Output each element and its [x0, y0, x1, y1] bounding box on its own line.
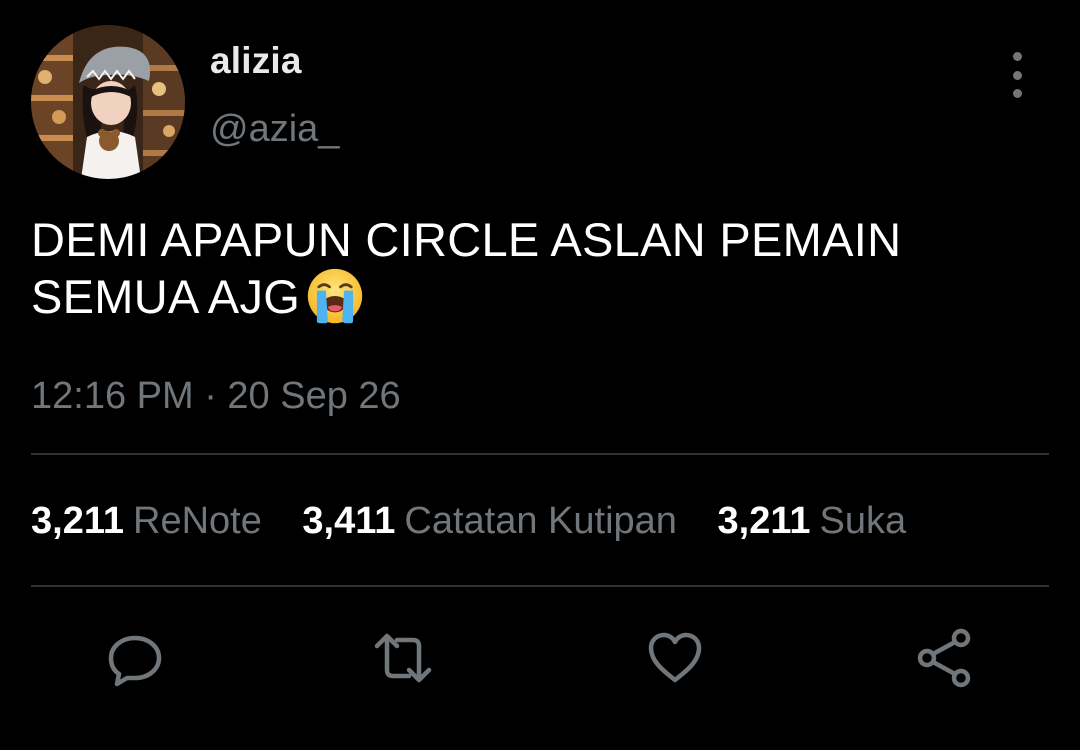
tweet-text-line: SEMUA AJG — [31, 270, 301, 323]
avatar-image — [31, 25, 185, 179]
stat-label: ReNote — [133, 500, 262, 542]
reply-button[interactable] — [102, 625, 168, 691]
display-name[interactable]: alizia — [210, 40, 302, 82]
divider — [31, 453, 1049, 455]
more-dot-icon — [1012, 89, 1022, 98]
stat-label: Catatan Kutipan — [404, 500, 677, 542]
renote-icon — [374, 633, 432, 683]
share-icon — [917, 628, 971, 688]
stat-number: 3,211 — [717, 500, 811, 542]
more-dot-icon — [1012, 70, 1022, 80]
renote-count[interactable]: 3,211 ReNote — [31, 500, 262, 543]
tweet-text-line-2: SEMUA AJG — [31, 267, 1031, 325]
reply-icon — [108, 635, 162, 687]
tweet-text-line: DEMI APAPUN CIRCLE ASLAN PEMAIN — [31, 213, 902, 266]
divider — [31, 585, 1049, 587]
tweet-text: DEMI APAPUN CIRCLE ASLAN PEMAIN SEMUA AJ… — [31, 212, 1031, 325]
tweet-timestamp: 12:16 PM · 20 Sep 26 — [31, 375, 401, 417]
more-options-button[interactable] — [1000, 52, 1034, 98]
more-dot-icon — [1012, 52, 1022, 61]
renote-button[interactable] — [370, 625, 436, 691]
like-count[interactable]: 3,211 Suka — [718, 500, 907, 543]
user-handle[interactable]: @azia_ — [210, 108, 339, 151]
stat-number: 3,411 — [302, 500, 396, 542]
action-bar — [0, 625, 1080, 695]
like-icon — [648, 632, 702, 683]
share-button[interactable] — [912, 625, 978, 691]
tweet-detail: alizia @azia_ DEMI APAPUN CIRCLE ASLAN P… — [0, 0, 1080, 750]
avatar[interactable] — [31, 25, 185, 179]
quote-count[interactable]: 3,411 Catatan Kutipan — [302, 500, 677, 543]
stat-label: Suka — [819, 500, 907, 542]
engagement-stats: 3,211 ReNote 3,411 Catatan Kutipan 3,211 Su… — [31, 500, 936, 543]
like-button[interactable] — [642, 625, 708, 691]
loudly-crying-face-icon — [307, 268, 363, 324]
stat-number: 3,211 — [31, 500, 124, 542]
